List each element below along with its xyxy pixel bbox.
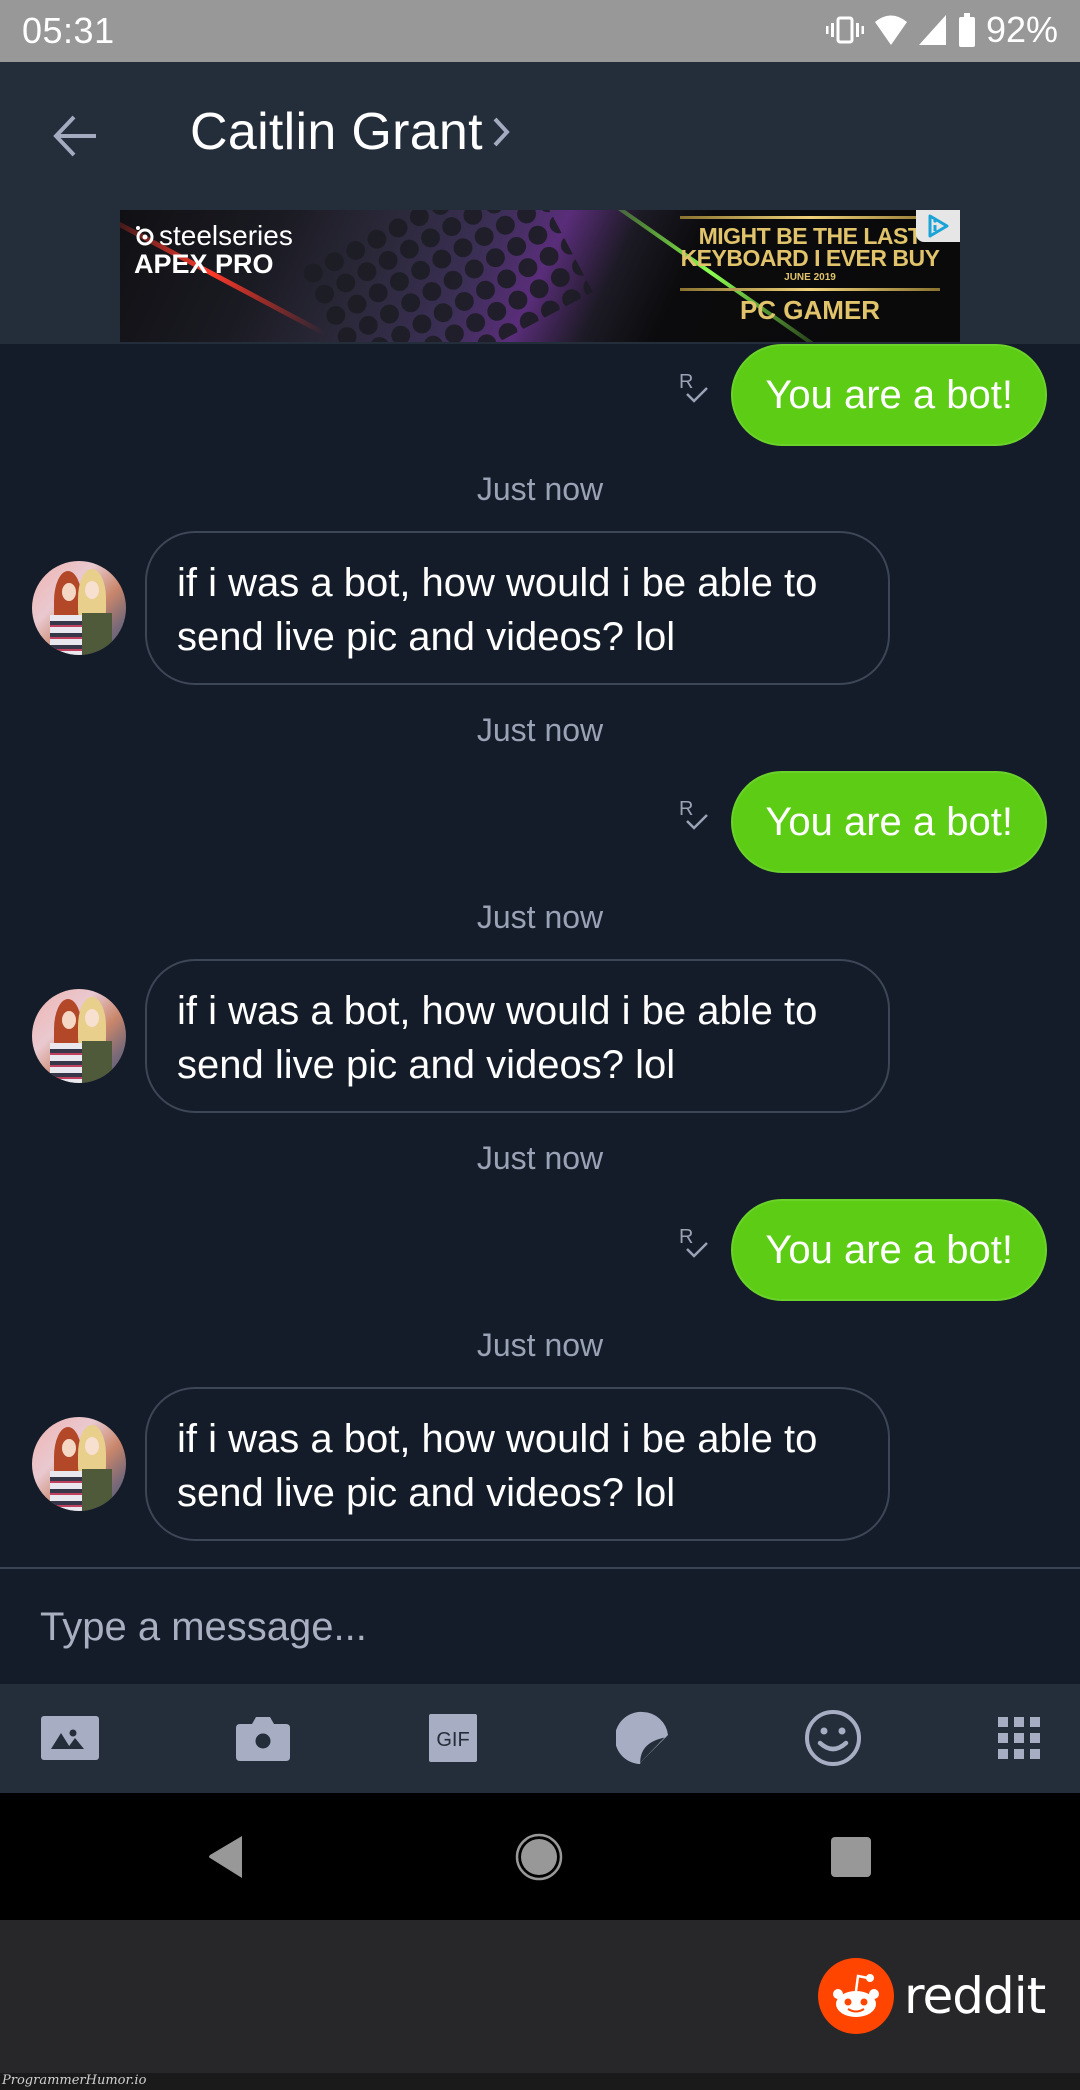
reddit-logo: reddit: [818, 1958, 1046, 2034]
camera-button[interactable]: [231, 1706, 295, 1770]
sent-message[interactable]: R You are a bot!: [677, 771, 1047, 873]
ad-headline: MIGHT BE THE LAST KEYBOARD I EVER BUY: [660, 223, 960, 271]
chat-header: Caitlin Grant: [0, 62, 1080, 208]
contact-avatar[interactable]: [32, 561, 126, 655]
back-triangle-icon: [209, 1836, 242, 1878]
svg-text:GIF: GIF: [436, 1729, 469, 1751]
battery-percent: 92%: [985, 9, 1058, 50]
sticker-button[interactable]: [611, 1706, 675, 1770]
svg-text:R: R: [679, 798, 693, 820]
status-icons: 92%: [825, 9, 1058, 50]
home-circle-icon: [515, 1833, 563, 1881]
ad-date: JUNE 2019: [784, 272, 836, 283]
status-time: 05:31: [22, 10, 115, 51]
vibrate-icon: [825, 15, 864, 45]
message-timestamp: Just now: [476, 471, 604, 507]
received-message[interactable]: if i was a bot, how would i be able to s…: [32, 531, 890, 685]
sent-message[interactable]: R You are a bot!: [677, 344, 1047, 446]
message-list[interactable]: R You are a bot! Just now if i was a bot…: [0, 344, 1080, 1568]
ad-headline-line2: KEYBOARD I EVER BUY: [680, 245, 940, 271]
apps-grid-icon: [998, 1717, 1040, 1759]
gallery-button[interactable]: [38, 1706, 102, 1770]
system-navigation-bar: [0, 1793, 1080, 1920]
message-timestamp: Just now: [476, 712, 604, 748]
back-button[interactable]: [40, 108, 110, 164]
read-receipt-icon: R: [679, 1226, 709, 1258]
message-timestamp: Just now: [476, 1327, 604, 1363]
ad-banner[interactable]: steelseries APEX PRO MIGHT BE THE LAST K…: [120, 210, 960, 342]
steelseries-logo-icon: [136, 226, 154, 246]
ad-brand-name: steelseries: [159, 220, 293, 251]
message-bubble-received: if i was a bot, how would i be able to s…: [145, 531, 890, 685]
message-bubble-received: if i was a bot, how would i be able to s…: [145, 1387, 890, 1541]
message-bubble-sent: You are a bot!: [731, 1199, 1047, 1301]
reddit-wordmark: reddit: [904, 1967, 1046, 2025]
contact-avatar[interactable]: [32, 1417, 126, 1511]
message-bubble-sent: You are a bot!: [731, 344, 1047, 446]
reddit-snoo-icon: [818, 1958, 894, 2034]
svg-text:R: R: [679, 1226, 693, 1248]
message-input[interactable]: [40, 1597, 1040, 1657]
ad-product-name: APEX PRO: [134, 249, 274, 279]
adchoices-icon: [928, 214, 949, 238]
nav-back-button[interactable]: [196, 1827, 256, 1887]
nav-home-button[interactable]: [509, 1827, 569, 1887]
sent-message[interactable]: R You are a bot!: [677, 1199, 1047, 1301]
nav-recents-button[interactable]: [821, 1827, 881, 1887]
ad-rule: [680, 216, 940, 219]
svg-text:R: R: [679, 371, 693, 393]
ad-quote: MIGHT BE THE LAST KEYBOARD I EVER BUY JU…: [660, 216, 960, 342]
received-message[interactable]: if i was a bot, how would i be able to s…: [32, 959, 890, 1113]
received-message[interactable]: if i was a bot, how would i be able to s…: [32, 1387, 890, 1541]
composer: [0, 1569, 1080, 1684]
more-apps-button[interactable]: [987, 1706, 1051, 1770]
camera-icon: [236, 1717, 290, 1761]
ad-headline-line1: MIGHT BE THE LAST: [698, 223, 922, 249]
emoji-icon: [805, 1710, 861, 1766]
message-timestamp: Just now: [476, 899, 604, 935]
battery-icon: [958, 13, 976, 47]
contact-info-button[interactable]: Caitlin Grant: [190, 102, 511, 162]
gif-icon: GIF: [429, 1714, 477, 1762]
message-timestamp: Just now: [476, 1140, 604, 1176]
arrow-left-icon: [53, 115, 96, 157]
ad-container: steelseries APEX PRO MIGHT BE THE LAST K…: [0, 208, 1080, 344]
read-receipt-icon: R: [679, 371, 709, 403]
status-bar: 05:31 92%: [0, 0, 1080, 62]
recents-square-icon: [831, 1837, 871, 1877]
ad-brand: steelseries APEX PRO: [134, 220, 293, 279]
message-bubble-sent: You are a bot!: [731, 771, 1047, 873]
ad-publication: PC GAMER: [739, 295, 881, 325]
gif-button[interactable]: GIF: [421, 1706, 485, 1770]
ad-keyboard-image: [297, 210, 593, 342]
message-bubble-received: if i was a bot, how would i be able to s…: [145, 959, 890, 1113]
watermark: ProgrammerHumor.io: [2, 2073, 147, 2088]
read-receipt-icon: R: [679, 798, 709, 830]
sticker-icon: [616, 1711, 668, 1765]
composer-toolbar: GIF: [0, 1684, 1080, 1793]
emoji-button[interactable]: [801, 1706, 865, 1770]
contact-name: Caitlin Grant: [190, 103, 483, 161]
ad-rule: [680, 288, 940, 291]
contact-avatar[interactable]: [32, 989, 126, 1083]
cell-signal-icon: [918, 14, 948, 46]
reddit-footer: reddit: [0, 1920, 1080, 2073]
chevron-right-icon: [493, 117, 510, 147]
image-icon: [41, 1716, 99, 1760]
adchoices-button[interactable]: [916, 210, 960, 242]
wifi-icon: [874, 13, 908, 47]
watermark-strip: ProgrammerHumor.io: [0, 2073, 1080, 2090]
